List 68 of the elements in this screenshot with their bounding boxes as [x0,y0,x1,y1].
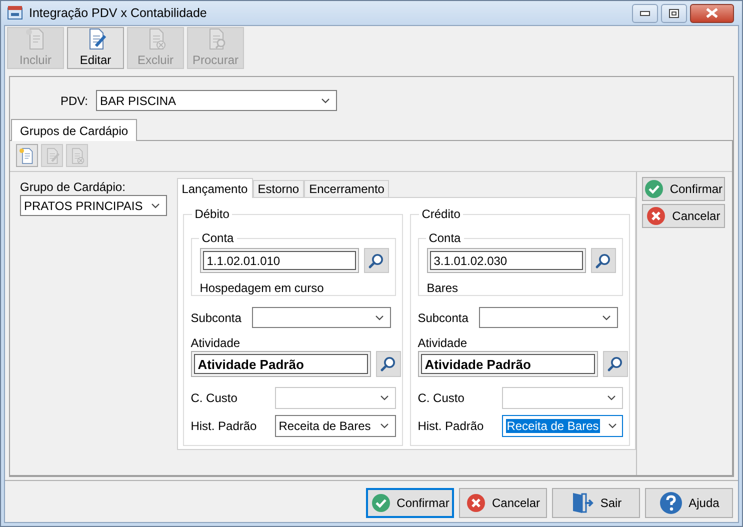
confirm-button[interactable]: Confirmar [366,488,454,518]
exit-door-icon [570,491,594,515]
minimize-icon [640,10,650,16]
account-description: Bares [426,281,460,295]
confirm-button[interactable]: Confirmar [642,177,725,201]
cancel-icon [466,493,486,513]
account-field[interactable]: 1.1.02.01.010 [200,248,359,273]
field-label: C. Custo [418,391,466,405]
chevron-icon [374,314,384,320]
cancel-button[interactable]: Cancelar [459,488,547,518]
chevron-icon [380,423,389,429]
search-button[interactable] [602,351,628,377]
field-label: PDV: [59,94,89,108]
search-icon [380,356,396,372]
search-icon [607,356,624,372]
search-button[interactable] [590,248,616,273]
help-button[interactable]: Ajuda [645,488,733,518]
app-icon [7,5,23,21]
group-title: Crédito [418,207,464,221]
toolbar-button[interactable] [16,144,38,167]
chevron-icon [151,202,160,208]
window-title: Integração PDV x Contabilidade [29,6,208,20]
group-title: Débito [192,207,232,221]
tab[interactable]: Lançamento [176,178,253,198]
chevron-icon [602,314,611,320]
history-dropdown[interactable]: Receita de Bares [274,415,396,437]
activity-field[interactable]: Atividade Padrão [418,351,598,377]
search-icon [595,252,612,268]
help-icon [658,491,683,515]
chevron-icon [321,98,330,104]
maximize-button[interactable] [661,4,687,22]
subaccount-dropdown[interactable] [478,307,618,328]
chevron-icon [380,395,389,401]
search-button[interactable] [364,248,389,273]
field-label: Hist. Padrão [418,419,485,433]
account-field[interactable]: 3.1.01.02.030 [426,248,586,273]
history-dropdown[interactable]: Receita de Bares [502,415,623,437]
field-label: C. Custo [190,391,238,405]
close-icon [706,8,718,18]
minimize-button[interactable] [632,4,658,22]
maximize-icon [669,8,679,18]
tab[interactable]: Estorno [252,180,304,197]
field-label: Atividade [418,336,468,350]
cancel-button[interactable]: Cancelar [642,204,725,228]
chevron-icon [606,395,616,401]
tab[interactable]: Grupos de Cardápio [11,119,138,141]
search-button[interactable] [376,351,401,377]
activity-field[interactable]: Atividade Padrão [190,351,371,377]
close-button[interactable] [690,4,734,22]
account-description: Hospedagem em curso [200,281,325,295]
field-label: Subconta [418,310,470,324]
field-label: Conta [198,231,237,245]
toolbar-button[interactable]: Editar [67,27,124,69]
field-label: Subconta [190,310,242,324]
chevron-icon [608,423,617,429]
search-icon [368,252,384,268]
pdv-dropdown[interactable]: BAR PISCINA [96,90,337,111]
subaccount-dropdown[interactable] [252,307,391,328]
check-icon [644,179,664,199]
field-label: Atividade [190,336,242,350]
cancel-icon [646,206,666,226]
tab[interactable]: Encerramento [304,180,390,197]
field-label: Grupo de Cardápio: [20,180,126,194]
field-label: Hist. Padrão [190,419,258,433]
exit-button[interactable]: Sair [552,488,640,518]
group-dropdown[interactable]: PRATOS PRINCIPAIS [20,195,167,216]
check-icon [370,493,391,513]
field-label: Conta [426,231,464,245]
